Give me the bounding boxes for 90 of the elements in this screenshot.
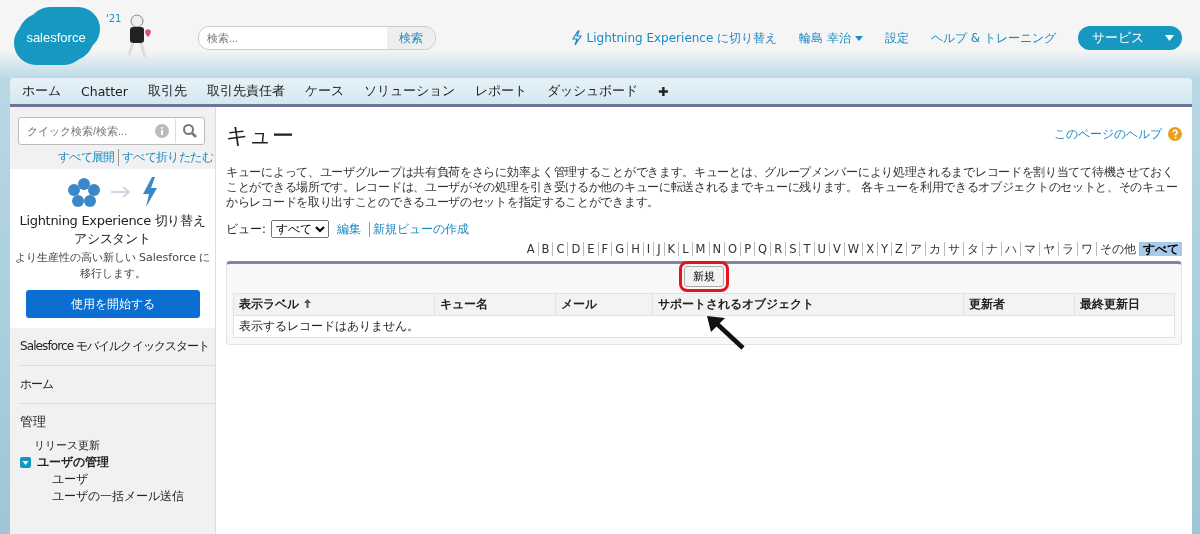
letter-filter[interactable]: マ — [1020, 242, 1039, 256]
collapse-all-link[interactable]: すべて折りたたむ — [117, 149, 213, 166]
help-icon[interactable] — [1168, 127, 1182, 141]
create-view-link[interactable]: 新規ビューの作成 — [368, 221, 469, 237]
letter-filter[interactable]: T — [799, 242, 814, 256]
nav-tab[interactable]: Chatter — [81, 83, 128, 99]
nav-tab[interactable]: 取引先 — [147, 82, 187, 100]
letter-filter[interactable]: カ — [925, 242, 944, 256]
nav-tab[interactable]: ダッシュボード — [546, 82, 638, 100]
letter-filter[interactable]: Y — [877, 242, 892, 256]
nav-tab[interactable]: 取引先責任者 — [206, 82, 285, 100]
header-link[interactable]: ヘルプ & トレーニング — [931, 29, 1056, 47]
letter-filter[interactable]: V — [828, 242, 844, 256]
letter-filter[interactable]: ハ — [1001, 242, 1020, 256]
lightning-icon — [570, 30, 583, 46]
letter-filter[interactable]: E — [583, 242, 598, 256]
info-icon — [155, 124, 169, 138]
nav-tab[interactable]: ケース — [304, 82, 344, 100]
get-started-button[interactable]: 使用を開始する — [25, 290, 200, 318]
column-header[interactable]: 更新者 — [963, 293, 1075, 316]
caret-icon — [855, 35, 863, 41]
letter-filter[interactable]: I — [642, 242, 654, 256]
nav-tab[interactable]: ホーム — [22, 82, 61, 100]
sort-ascending-icon — [304, 299, 311, 308]
sidebar-section[interactable]: Salesforce モバイルクイックスタート — [18, 328, 215, 366]
letter-filter[interactable]: J — [653, 242, 664, 256]
help-link[interactable]: このページのヘルプ — [1054, 125, 1162, 143]
letter-filter[interactable]: G — [611, 242, 628, 256]
view-select[interactable]: すべて — [270, 220, 329, 238]
letter-filter[interactable]: ヤ — [1039, 242, 1058, 256]
letter-filter[interactable]: A — [523, 242, 538, 256]
letter-filter[interactable]: O — [724, 242, 741, 256]
letter-filter[interactable]: C — [552, 242, 568, 256]
letter-filter[interactable]: タ — [963, 242, 982, 256]
letter-filter[interactable]: すべて — [1139, 242, 1182, 256]
tree-item[interactable]: リリース更新 — [20, 437, 205, 454]
letter-filter[interactable]: F — [597, 242, 612, 256]
header-link[interactable]: 設定 — [885, 29, 909, 47]
column-header[interactable]: キュー名 — [434, 293, 556, 316]
search-field[interactable]: 検索... 検索 — [198, 26, 436, 50]
nav-tab[interactable]: レポート — [474, 82, 527, 100]
version-label: '21 — [106, 13, 122, 24]
column-header[interactable]: サポートされるオブジェクト — [652, 293, 964, 316]
switch-lightning-link[interactable]: Lightning Experience に切り替え — [570, 29, 778, 47]
letter-filter[interactable]: H — [627, 242, 643, 256]
tree-item[interactable]: ユーザ — [20, 471, 205, 488]
page-description: キューによって、ユーザグループは共有負荷をさらに効率よく管理することができます。キューとは、グループメンバーにより処理されるまでレコードを割り当てて待機させておくことができる場所です。レコードは、ユーザがその処理を引き受けるか他のキューに転送されるまでキューに残ります。 各キューを利用できるオブジェクトのセットと、そのキューからレコードを取り出すことのできるユーザのセットを指定することができます。 — [226, 165, 1179, 210]
search-icon[interactable] — [182, 123, 198, 139]
letter-filter[interactable]: M — [691, 242, 709, 256]
letter-filter[interactable]: サ — [944, 242, 963, 256]
sidebar-section[interactable]: ホーム — [18, 366, 215, 404]
letter-filter[interactable]: ワ — [1077, 242, 1096, 256]
letter-filter[interactable]: P — [740, 242, 755, 256]
letter-filter[interactable]: K — [663, 242, 679, 256]
letter-filter[interactable]: ナ — [982, 242, 1001, 256]
column-header[interactable]: 最終更新日 — [1074, 293, 1175, 316]
letter-filter[interactable]: D — [567, 242, 584, 256]
letter-filter[interactable]: ア — [906, 242, 925, 256]
tree-item[interactable]: ユーザの管理 — [37, 454, 109, 471]
caret-icon — [1165, 35, 1174, 41]
pointer-arrow — [705, 316, 745, 350]
edit-view-link[interactable]: 編集 — [336, 221, 361, 237]
nav-tab[interactable]: ソリューション — [363, 82, 455, 100]
letter-filter[interactable]: B — [537, 242, 553, 256]
setup-heading: 管理 — [20, 413, 47, 431]
column-header[interactable]: メール — [555, 293, 653, 316]
lightning-bolt-icon — [140, 177, 159, 207]
column-header[interactable]: 表示ラベル — [233, 293, 435, 316]
letter-filter[interactable]: N — [708, 242, 725, 256]
user-menu[interactable]: 輪島 幸治 — [799, 29, 863, 47]
nav-tab[interactable]: ✚ — [657, 83, 669, 99]
arrow-right-icon — [108, 185, 133, 199]
page-title: キュー — [226, 122, 295, 150]
expand-all-link[interactable]: すべて展開 — [57, 149, 115, 166]
flower-icon — [66, 177, 101, 207]
letter-filter[interactable]: Z — [891, 242, 906, 256]
letter-filter[interactable]: S — [785, 242, 800, 256]
view-label: ビュー: — [226, 221, 266, 237]
letter-filter[interactable]: L — [678, 242, 692, 256]
letter-filter[interactable]: ラ — [1058, 242, 1077, 256]
promo-text: より生産性の高い新しい Salesforce に移行します。 — [14, 250, 211, 282]
letter-filter[interactable]: R — [770, 242, 786, 256]
collapse-toggle-icon[interactable] — [20, 457, 31, 468]
letter-filter[interactable]: Q — [754, 242, 771, 256]
letter-filter[interactable]: U — [813, 242, 829, 256]
tree-item[interactable]: ユーザの一括メール送信 — [20, 488, 205, 505]
promo-title: Lightning Experience 切り替えアシスタント — [18, 212, 207, 248]
letter-filter[interactable]: X — [862, 242, 878, 256]
letter-filter[interactable]: W — [843, 242, 863, 256]
quick-search-field[interactable]: クイック検索/検索... — [18, 117, 205, 145]
